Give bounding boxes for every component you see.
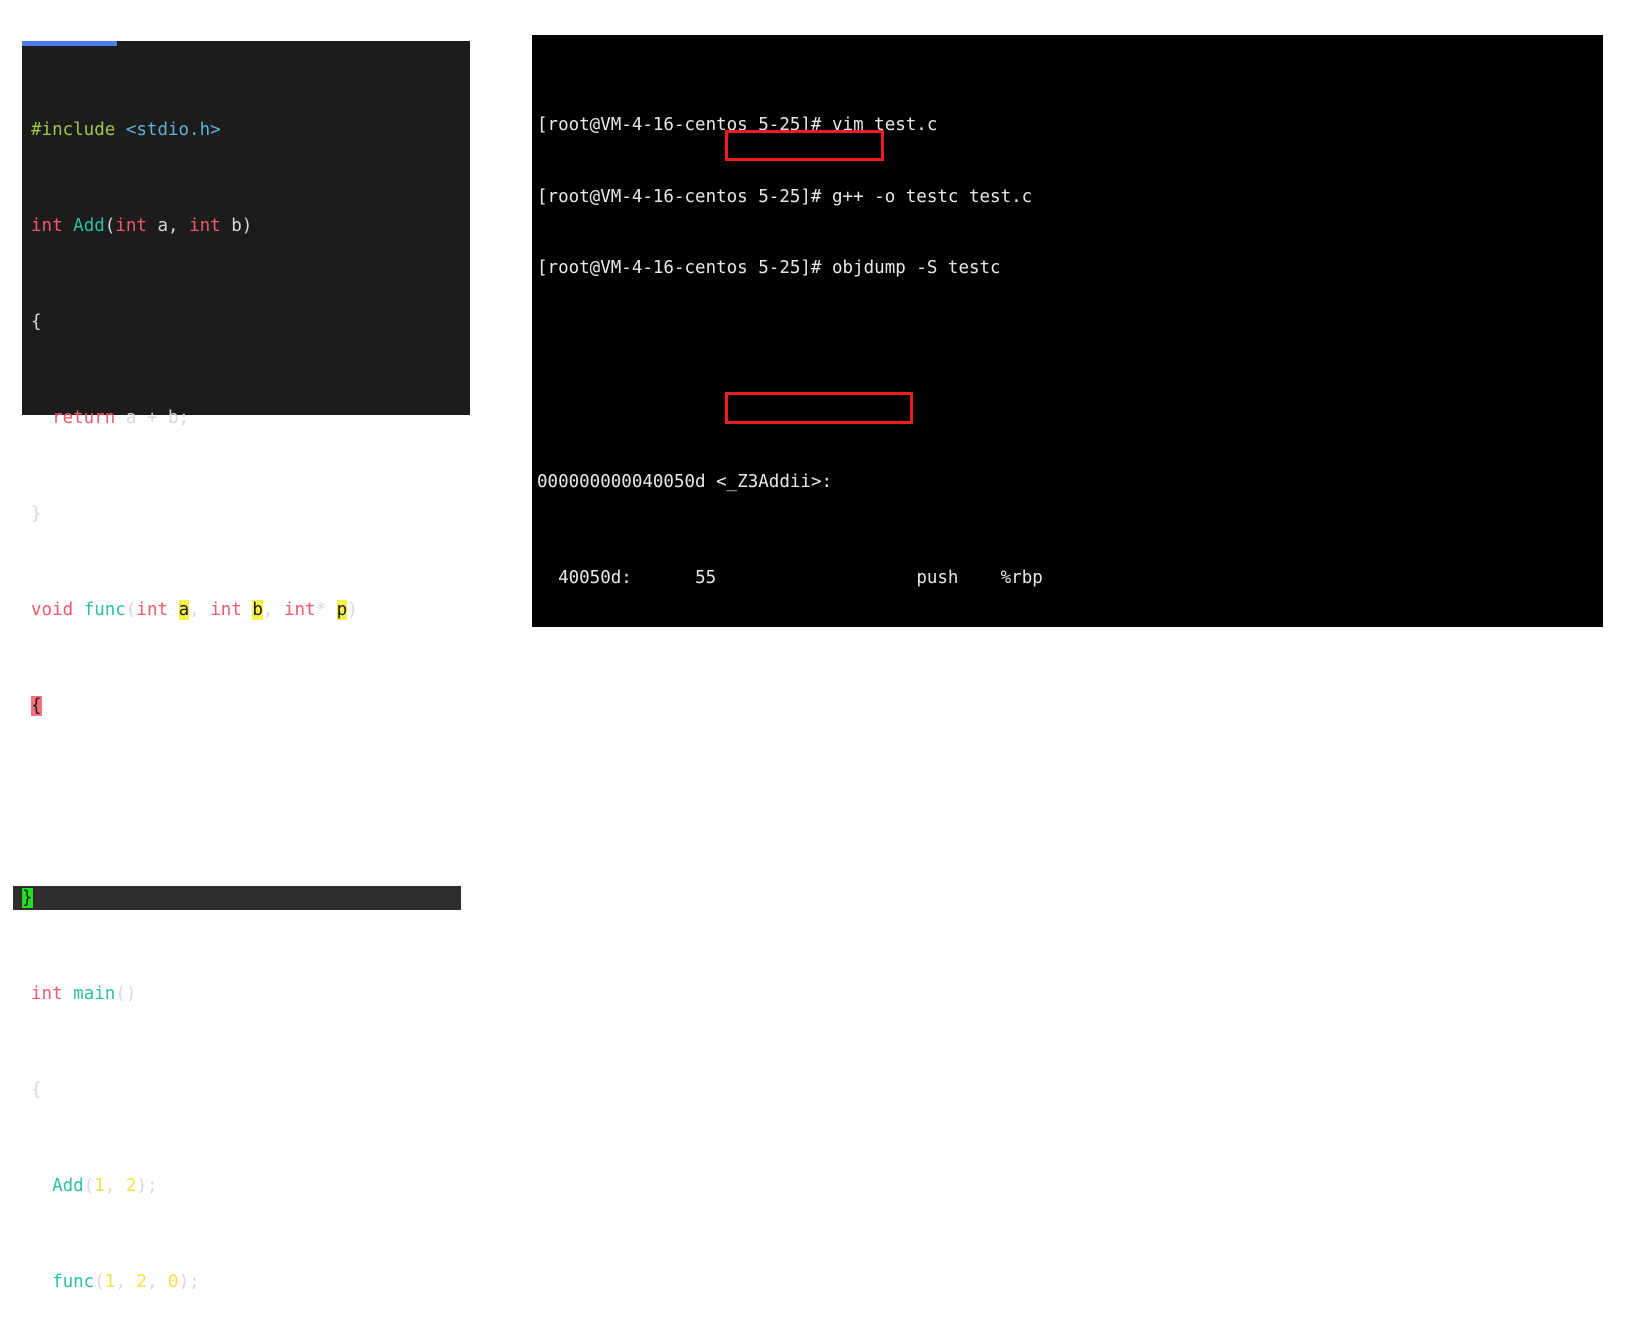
brace-open-token: { bbox=[31, 312, 42, 332]
include-directive-token: #include bbox=[31, 120, 116, 140]
terminal-command-line: [root@VM-4-16-centos 5-25]# g++ -o testc… bbox=[537, 186, 1169, 210]
kw-return-token: return bbox=[52, 408, 116, 428]
punct: ( bbox=[94, 1272, 105, 1292]
cursor-brace-close-highlight: } bbox=[22, 888, 33, 908]
num-2-token: 2 bbox=[125, 1176, 137, 1196]
kw-int-token: int bbox=[189, 216, 221, 236]
punct: , bbox=[168, 216, 190, 236]
highlighted-param-p: p bbox=[336, 600, 348, 620]
punct: () bbox=[115, 984, 137, 1004]
kw-int-token: int bbox=[31, 984, 63, 1004]
code-line-7: { bbox=[22, 694, 470, 718]
terminal-output: [root@VM-4-16-centos 5-25]# vim test.c [… bbox=[532, 35, 1169, 627]
code-line-6: void func(int a, int b, int* p) bbox=[22, 598, 470, 622]
punct: ); bbox=[136, 1176, 158, 1196]
kw-int-token: int bbox=[136, 600, 169, 620]
code-line-5: } bbox=[22, 502, 470, 526]
code-line-13: func(1, 2, 0); bbox=[22, 1270, 470, 1294]
brace-open-token: { bbox=[31, 1080, 42, 1100]
punct: , bbox=[146, 1272, 169, 1292]
function-symbol: <_Z3Addii>: bbox=[716, 472, 833, 493]
kw-int-token: int bbox=[283, 600, 316, 620]
punct: * bbox=[315, 600, 337, 620]
code-editor-content[interactable]: #include <stdio.h> int Add(int a, int b)… bbox=[13, 46, 470, 1292]
call-func-token: func bbox=[52, 1272, 95, 1292]
asm-address: 40050d: bbox=[558, 567, 632, 588]
code-editor-panel: #include <stdio.h> int Add(int a, int b)… bbox=[13, 41, 470, 1292]
param-b-token: b bbox=[231, 216, 242, 236]
punct: ) bbox=[241, 216, 253, 236]
terminal-window[interactable]: [root@VM-4-16-centos 5-25]# vim test.c [… bbox=[532, 35, 1603, 627]
shell-prompt: [root@VM-4-16-centos 5-25]# bbox=[537, 258, 822, 279]
punct: ) bbox=[347, 600, 358, 620]
punct: , bbox=[115, 1272, 137, 1292]
terminal-command-line: [root@VM-4-16-centos 5-25]# vim test.c bbox=[537, 114, 1169, 138]
shell-command: g++ -o testc test.c bbox=[821, 186, 1033, 207]
terminal-command-line: [root@VM-4-16-centos 5-25]# objdump -S t… bbox=[537, 257, 1169, 281]
kw-int-token: int bbox=[210, 600, 242, 620]
shell-command: objdump -S testc bbox=[821, 258, 1001, 279]
asm-mnemonic: push bbox=[916, 567, 959, 588]
asm-bytes: 55 bbox=[695, 567, 717, 588]
param-a-token: a bbox=[157, 216, 169, 236]
code-line-4: return a + b; bbox=[22, 406, 470, 430]
highlighted-param-a: a bbox=[178, 600, 190, 620]
code-line-8-blank bbox=[22, 790, 470, 814]
code-line-12: Add(1, 2); bbox=[22, 1174, 470, 1198]
expression: a + b; bbox=[115, 408, 190, 428]
function-header-add: 000000000040050d <_Z3Addii>: bbox=[537, 471, 1169, 495]
shell-command: vim test.c bbox=[821, 115, 938, 136]
pad bbox=[716, 568, 916, 588]
punct: , bbox=[189, 600, 211, 620]
brace-close-token: } bbox=[31, 504, 42, 524]
punct: ( bbox=[104, 216, 116, 236]
fn-add-token: Add bbox=[73, 216, 105, 236]
punct: ); bbox=[178, 1272, 200, 1292]
function-address: 000000000040050d bbox=[537, 472, 706, 493]
fn-func-token: func bbox=[83, 600, 126, 620]
code-line-3: { bbox=[22, 310, 470, 334]
pad bbox=[958, 568, 1000, 588]
asm-operands: %rbp bbox=[1000, 567, 1043, 588]
num-1-token: 1 bbox=[104, 1272, 116, 1292]
shell-prompt: [root@VM-4-16-centos 5-25]# bbox=[537, 115, 822, 136]
call-add-token: Add bbox=[52, 1176, 84, 1196]
num-0-token: 0 bbox=[168, 1272, 179, 1292]
code-line-1: #include <stdio.h> bbox=[22, 118, 470, 142]
shell-prompt: [root@VM-4-16-centos 5-25]# bbox=[537, 186, 822, 207]
header-name-token: <stdio.h> bbox=[125, 120, 221, 140]
code-line-10: int main() bbox=[22, 982, 470, 1006]
code-line-11: { bbox=[22, 1078, 470, 1102]
kw-void-token: void bbox=[31, 600, 74, 620]
num-1-token: 1 bbox=[94, 1176, 105, 1196]
fn-main-token: main bbox=[73, 984, 116, 1004]
matched-brace-open-highlight: { bbox=[31, 696, 42, 716]
highlighted-param-b: b bbox=[252, 600, 263, 620]
punct: , bbox=[262, 600, 284, 620]
kw-int-token: int bbox=[31, 216, 63, 236]
num-2-token: 2 bbox=[136, 1272, 147, 1292]
kw-int-token: int bbox=[115, 216, 147, 236]
code-line-2: int Add(int a, int b) bbox=[22, 214, 470, 238]
punct: ( bbox=[125, 600, 137, 620]
punct: , bbox=[104, 1176, 126, 1196]
asm-instruction-row: 40050d: 55 push %rbp bbox=[537, 567, 1169, 591]
code-line-9-current: } bbox=[13, 886, 461, 910]
punct: ( bbox=[83, 1176, 95, 1196]
